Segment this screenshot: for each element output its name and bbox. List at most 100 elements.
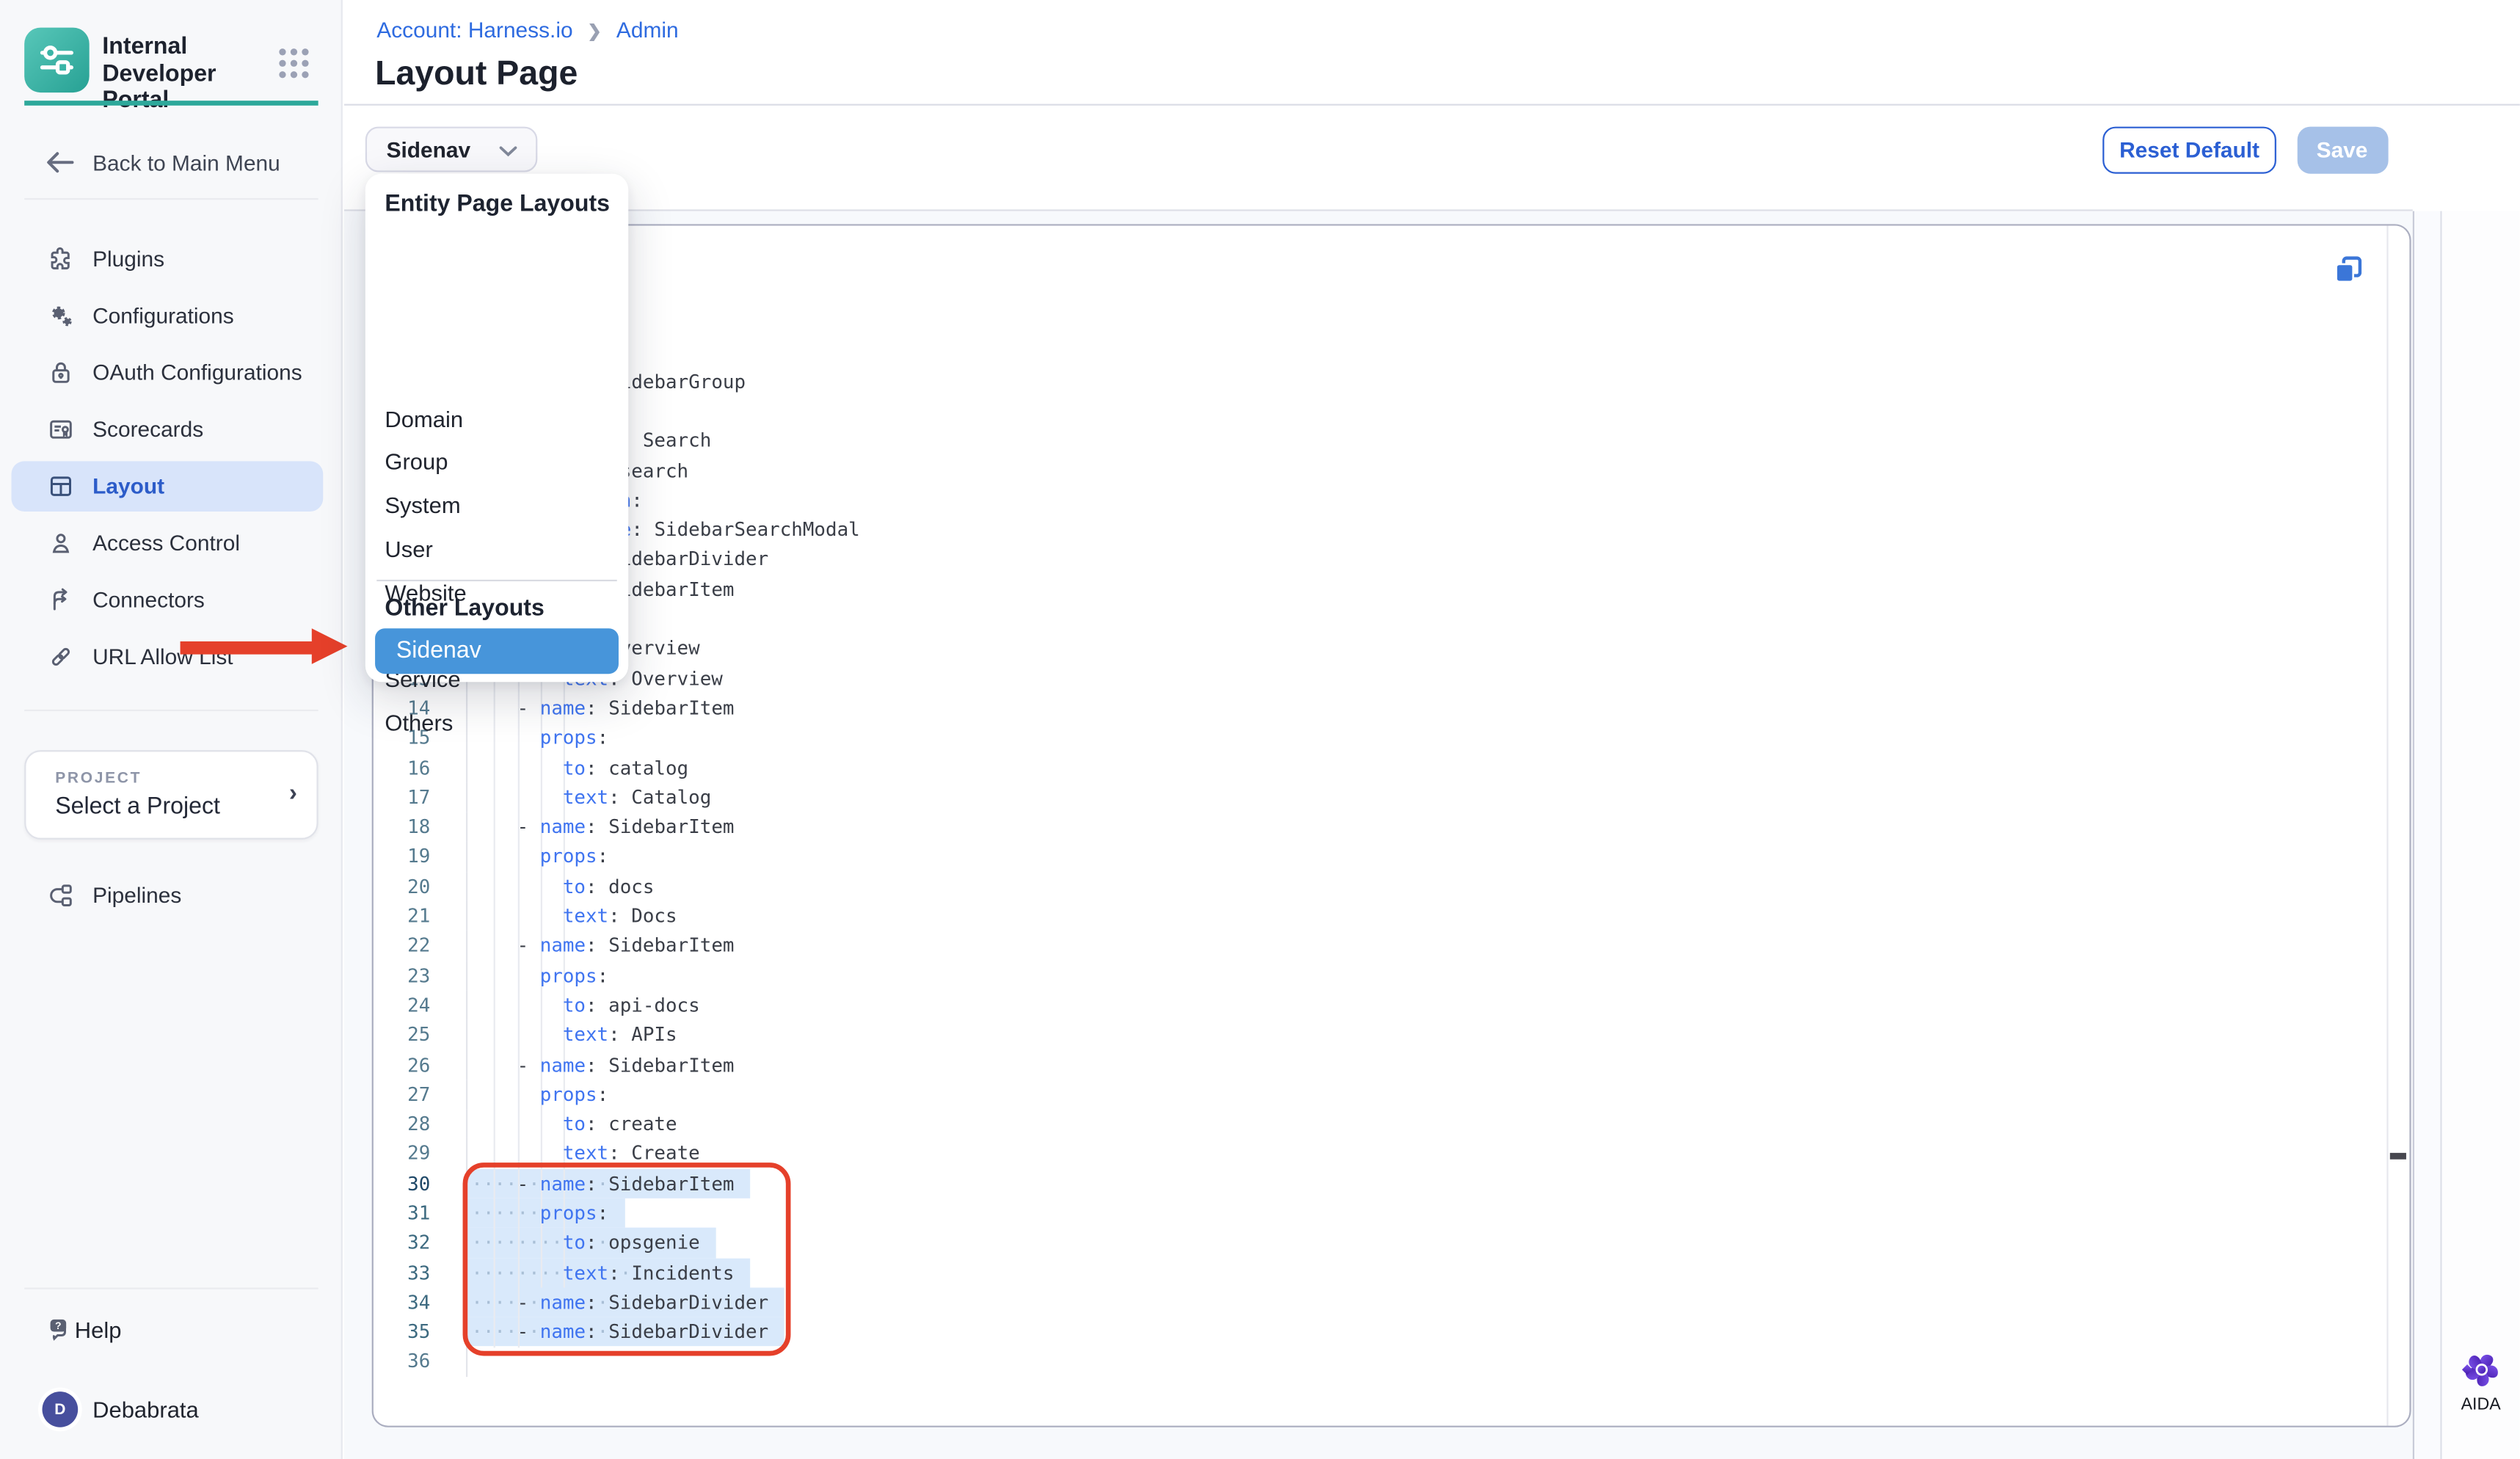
dropdown-option-label: User: [385, 536, 432, 561]
sidebar-item-url-allow-list[interactable]: URL Allow List: [0, 631, 343, 682]
code-line[interactable]: 7 children:: [374, 485, 2387, 514]
dropdown-option-domain[interactable]: Domain: [365, 396, 627, 440]
code-line[interactable]: 9 - name: SidebarDivider: [374, 545, 2387, 574]
project-selector[interactable]: PROJECT Select a Project ›: [24, 750, 318, 840]
code-line[interactable]: 28 to: create: [374, 1109, 2387, 1138]
code-line-text: props:: [467, 604, 2386, 633]
dropdown-option-system[interactable]: System: [365, 483, 627, 527]
code-line[interactable]: 2 children:: [374, 337, 2387, 366]
code-line[interactable]: 14 - name: SidebarItem: [374, 694, 2387, 723]
line-number: 32: [374, 1228, 467, 1257]
line-number: 18: [374, 812, 467, 842]
sidebar-item-access-control[interactable]: Access Control: [0, 517, 343, 568]
line-number: 30: [374, 1168, 467, 1198]
code-line[interactable]: 25 text: APIs: [374, 1020, 2387, 1049]
code-line-text: props:: [467, 723, 2386, 752]
code-line[interactable]: 8 - name: SidebarSearchModal: [374, 515, 2387, 545]
code-line-text: props:: [467, 1080, 2386, 1109]
page-scrollbar[interactable]: [2413, 211, 2441, 1459]
code-line[interactable]: 13 text: Overview: [374, 663, 2387, 693]
code-line[interactable]: 20 to: docs: [374, 872, 2387, 901]
branch-arrows-icon: [47, 586, 75, 614]
app-switcher-grid-icon[interactable]: [276, 46, 312, 81]
dropdown-option-group[interactable]: Group: [365, 440, 627, 484]
code-line[interactable]: 21 text: Docs: [374, 901, 2387, 931]
line-number: 22: [374, 931, 467, 960]
code-line[interactable]: 11 props:: [374, 604, 2387, 633]
code-line[interactable]: 4 props:: [374, 396, 2387, 426]
sidebar-item-label: Scorecards: [92, 417, 203, 441]
back-to-main-menu[interactable]: Back to Main Menu: [0, 143, 343, 182]
copy-icon[interactable]: [2331, 252, 2363, 285]
code-line-text: to: catalog: [467, 753, 2386, 782]
code-line[interactable]: 26 - name: SidebarItem: [374, 1049, 2387, 1079]
puzzle-icon: [47, 244, 75, 272]
gears-icon: [47, 301, 75, 329]
dropdown-option-others[interactable]: Others: [365, 701, 627, 745]
padlock-icon: [47, 358, 75, 386]
code-line-text: children:: [467, 337, 2386, 366]
annotation-arrow: [179, 641, 312, 654]
code-line[interactable]: 19 props:: [374, 842, 2387, 871]
code-line[interactable]: 5 label: Search: [374, 426, 2387, 455]
sidebar-item-connectors[interactable]: Connectors: [0, 574, 343, 625]
code-line[interactable]: 17 text: Catalog: [374, 782, 2387, 812]
sidebar: Internal Developer Portal Back to Main M…: [0, 0, 343, 1459]
reset-default-button[interactable]: Reset Default: [2102, 127, 2276, 174]
code-line-text: props:: [467, 396, 2386, 426]
layout-type-select[interactable]: Sidenav: [365, 127, 538, 172]
line-number: 34: [374, 1287, 467, 1317]
code-line-text: - name: SidebarItem: [467, 1049, 2386, 1079]
code-line[interactable]: 16 to: catalog: [374, 753, 2387, 782]
breadcrumb-account-link[interactable]: Account: Harness.io: [376, 18, 572, 42]
sidebar-divider: [24, 1288, 318, 1289]
dropdown-option-user[interactable]: User: [365, 527, 627, 571]
line-number: 17: [374, 782, 467, 812]
code-line-text: - name: SidebarItem: [467, 575, 2386, 604]
save-button[interactable]: Save: [2297, 127, 2388, 174]
sidebar-item-plugins[interactable]: Plugins: [0, 233, 343, 283]
code-line[interactable]: 1page:: [374, 307, 2387, 336]
sidebar-item-pipelines[interactable]: Pipelines: [0, 870, 343, 920]
chevron-down-icon: [498, 143, 518, 159]
layout-type-select-value: Sidenav: [387, 137, 471, 161]
person-icon: [47, 528, 75, 556]
breadcrumb-admin-link[interactable]: Admin: [616, 18, 679, 42]
code-line[interactable]: 23 props:: [374, 961, 2387, 990]
code-line[interactable]: 24 to: api-docs: [374, 990, 2387, 1019]
sidebar-item-configurations[interactable]: Configurations: [0, 290, 343, 341]
harness-idp-logo-icon: [24, 28, 90, 93]
aida-widget[interactable]: AIDA: [2442, 1347, 2520, 1414]
code-line[interactable]: 10 - name: SidebarItem: [374, 575, 2387, 604]
code-line[interactable]: 12 to: overview: [374, 634, 2387, 663]
help-chat-icon: ?: [45, 1315, 75, 1345]
breadcrumb: Account: Harness.io ❯ Admin: [376, 18, 678, 42]
code-line-text: to: api-docs: [467, 990, 2386, 1019]
code-line[interactable]: 6 to: /search: [374, 456, 2387, 485]
sidebar-item-label: Connectors: [92, 587, 205, 611]
back-arrow-icon: [44, 150, 76, 175]
sidebar-item-layout[interactable]: Layout: [0, 460, 343, 511]
sidebar-item-scorecards[interactable]: Scorecards: [0, 404, 343, 454]
editor-scrollbar-thumb[interactable]: [2390, 1153, 2406, 1159]
sidebar-item-oauth-configurations[interactable]: OAuth Configurations: [0, 346, 343, 397]
dropdown-option-label: Others: [385, 710, 453, 735]
dropdown-option-sidenav[interactable]: Sidenav: [375, 629, 618, 673]
dropdown-group-title: Entity Page Layouts: [385, 192, 610, 217]
editor-scrollbar-track: [2386, 225, 2408, 1425]
code-line[interactable]: 22 - name: SidebarItem: [374, 931, 2387, 960]
code-line[interactable]: 18 - name: SidebarItem: [374, 812, 2387, 842]
project-eyebrow: PROJECT: [55, 770, 142, 787]
sidebar-item-help[interactable]: ? Help: [0, 1309, 343, 1351]
code-line[interactable]: 15 props:: [374, 723, 2387, 752]
line-number: 24: [374, 990, 467, 1019]
dropdown-group-title: Other Layouts: [385, 596, 544, 622]
right-rail: [2441, 211, 2519, 1459]
line-number: 35: [374, 1317, 467, 1347]
code-line[interactable]: 3 - name: SidebarGroup: [374, 366, 2387, 396]
line-number: 33: [374, 1258, 467, 1287]
user-menu[interactable]: D Debabrata: [0, 1389, 343, 1431]
code-line[interactable]: 27 props:: [374, 1080, 2387, 1109]
pipelines-icon: [47, 881, 75, 909]
code-line-text: text: Overview: [467, 663, 2386, 693]
